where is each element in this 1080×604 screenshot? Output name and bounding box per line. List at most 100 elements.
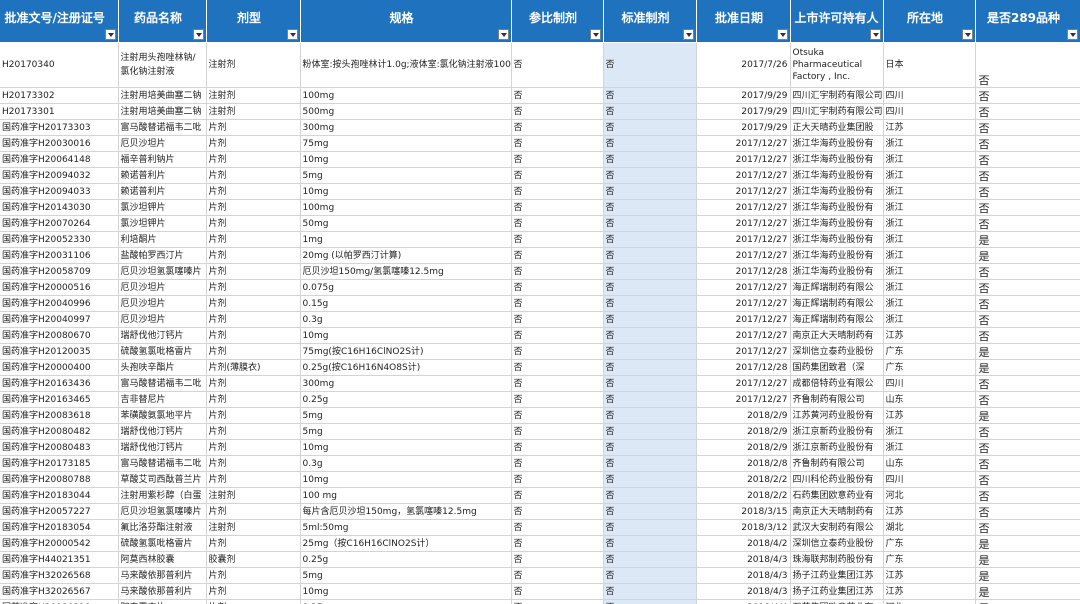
cell-drug-name[interactable]: 氯沙坦钾片 [118, 199, 207, 216]
cell-approval-no[interactable]: 国药准字H20080788 [0, 471, 119, 488]
cell-reference[interactable]: 否 [511, 42, 604, 88]
cell-location[interactable]: 江苏 [883, 119, 976, 136]
cell-is-289[interactable]: 是 [975, 599, 1080, 604]
cell-drug-name[interactable]: 马来酸依那普利片 [118, 583, 207, 600]
cell-standard[interactable]: 否 [603, 263, 697, 280]
cell-is-289[interactable]: 否 [975, 42, 1080, 88]
cell-holder[interactable]: 石药集团欧意药业有 [790, 599, 884, 604]
cell-location[interactable]: 江苏 [883, 503, 976, 520]
cell-reference[interactable]: 否 [511, 151, 604, 168]
cell-standard[interactable]: 否 [603, 183, 697, 200]
cell-spec[interactable]: 5mg [300, 423, 512, 440]
cell-holder[interactable]: 齐鲁制药有限公司 [790, 455, 884, 472]
cell-is-289[interactable]: 否 [975, 199, 1080, 216]
cell-approval-no[interactable]: 国药准字H44021351 [0, 551, 119, 568]
cell-approval-no[interactable]: 国药准字H20040996 [0, 295, 119, 312]
cell-approval-no[interactable]: 国药准字H20143030 [0, 199, 119, 216]
cell-spec[interactable]: 0.075g [300, 279, 512, 296]
cell-holder[interactable]: 成都倍特药业有限公 [790, 375, 884, 392]
cell-drug-name[interactable]: 利培酮片 [118, 231, 207, 248]
cell-drug-name[interactable]: 氟比洛芬酯注射液 [118, 519, 207, 536]
cell-is-289[interactable]: 否 [975, 215, 1080, 232]
cell-standard[interactable]: 否 [603, 519, 697, 536]
cell-approval-no[interactable]: H20173302 [0, 87, 119, 104]
cell-dosage-form[interactable]: 注射剂 [206, 487, 301, 504]
cell-drug-name[interactable]: 赖诺普利片 [118, 167, 207, 184]
cell-holder[interactable]: 浙江华海药业股份有 [790, 167, 884, 184]
cell-reference[interactable]: 否 [511, 87, 604, 104]
cell-reference[interactable]: 否 [511, 439, 604, 456]
cell-standard[interactable]: 否 [603, 407, 697, 424]
cell-approval-date[interactable]: 2017/12/27 [696, 391, 791, 408]
cell-holder[interactable]: 南京正大天晴制药有 [790, 503, 884, 520]
cell-holder[interactable]: 南京正大天晴制药有 [790, 327, 884, 344]
cell-spec[interactable]: 厄贝沙坦150mg/氢氯噻嗪12.5mg [300, 263, 512, 280]
cell-holder[interactable]: 浙江京新药业股份有 [790, 439, 884, 456]
cell-reference[interactable]: 否 [511, 343, 604, 360]
cell-is-289[interactable]: 是 [975, 231, 1080, 248]
cell-dosage-form[interactable]: 片剂 [206, 567, 301, 584]
cell-approval-date[interactable]: 2017/12/27 [696, 375, 791, 392]
cell-reference[interactable]: 否 [511, 503, 604, 520]
cell-location[interactable]: 浙江 [883, 279, 976, 296]
cell-spec[interactable]: 75mg(按C16H16ClNO2S计) [300, 343, 512, 360]
cell-reference[interactable]: 否 [511, 471, 604, 488]
cell-dosage-form[interactable]: 片剂 [206, 583, 301, 600]
cell-approval-no[interactable]: 国药准字H20080483 [0, 439, 119, 456]
cell-reference[interactable]: 否 [511, 583, 604, 600]
cell-spec[interactable]: 10mg [300, 439, 512, 456]
cell-drug-name[interactable]: 马来酸依那普利片 [118, 567, 207, 584]
cell-is-289[interactable]: 否 [975, 455, 1080, 472]
cell-dosage-form[interactable]: 片剂 [206, 407, 301, 424]
cell-dosage-form[interactable]: 片剂 [206, 231, 301, 248]
filter-dropdown-icon[interactable] [961, 29, 973, 40]
cell-location[interactable]: 江苏 [883, 567, 976, 584]
cell-approval-date[interactable]: 2018/4/4 [696, 599, 791, 604]
cell-holder[interactable]: 浙江华海药业股份有 [790, 135, 884, 152]
cell-is-289[interactable]: 是 [975, 583, 1080, 600]
cell-spec[interactable]: 10mg [300, 183, 512, 200]
cell-approval-date[interactable]: 2017/12/27 [696, 343, 791, 360]
cell-drug-name[interactable]: 瑞舒伐他汀钙片 [118, 439, 207, 456]
cell-dosage-form[interactable]: 片剂 [206, 199, 301, 216]
cell-reference[interactable]: 否 [511, 103, 604, 120]
cell-approval-no[interactable]: 国药准字H20120035 [0, 343, 119, 360]
cell-reference[interactable]: 否 [511, 375, 604, 392]
cell-holder[interactable]: 江苏黄河药业股份有 [790, 407, 884, 424]
cell-is-289[interactable]: 是 [975, 567, 1080, 584]
filter-dropdown-icon[interactable] [776, 29, 788, 40]
cell-drug-name[interactable]: 阿奇霉素片 [118, 599, 207, 604]
cell-spec[interactable]: 0.3g [300, 455, 512, 472]
cell-reference[interactable]: 否 [511, 279, 604, 296]
cell-spec[interactable]: 100mg [300, 199, 512, 216]
cell-is-289[interactable]: 否 [975, 135, 1080, 152]
cell-dosage-form[interactable]: 片剂 [206, 311, 301, 328]
cell-location[interactable]: 浙江 [883, 295, 976, 312]
cell-is-289[interactable]: 是 [975, 551, 1080, 568]
cell-approval-date[interactable]: 2017/12/27 [696, 215, 791, 232]
cell-location[interactable]: 日本 [883, 42, 976, 88]
cell-dosage-form[interactable]: 片剂 [206, 183, 301, 200]
cell-approval-date[interactable]: 2018/3/12 [696, 519, 791, 536]
cell-approval-no[interactable]: 国药准字H20000516 [0, 279, 119, 296]
cell-approval-no[interactable]: H20170340 [0, 42, 119, 88]
cell-standard[interactable]: 否 [603, 151, 697, 168]
filter-dropdown-icon[interactable] [192, 29, 204, 40]
cell-holder[interactable]: 浙江华海药业股份有 [790, 199, 884, 216]
cell-is-289[interactable]: 否 [975, 167, 1080, 184]
cell-standard[interactable]: 否 [603, 423, 697, 440]
cell-approval-no[interactable]: 国药准字H20173185 [0, 455, 119, 472]
cell-approval-date[interactable]: 2017/12/27 [696, 231, 791, 248]
cell-location[interactable]: 山东 [883, 391, 976, 408]
cell-spec[interactable]: 5mg [300, 407, 512, 424]
cell-approval-date[interactable]: 2018/2/9 [696, 407, 791, 424]
cell-drug-name[interactable]: 瑞舒伐他汀钙片 [118, 423, 207, 440]
cell-standard[interactable]: 否 [603, 535, 697, 552]
cell-reference[interactable]: 否 [511, 327, 604, 344]
cell-holder[interactable]: 浙江京新药业股份有 [790, 423, 884, 440]
cell-standard[interactable]: 否 [603, 391, 697, 408]
cell-standard[interactable]: 否 [603, 327, 697, 344]
cell-holder[interactable]: 石药集团欧意药业有 [790, 487, 884, 504]
cell-approval-no[interactable]: 国药准字H20070264 [0, 215, 119, 232]
cell-dosage-form[interactable]: 片剂 [206, 439, 301, 456]
